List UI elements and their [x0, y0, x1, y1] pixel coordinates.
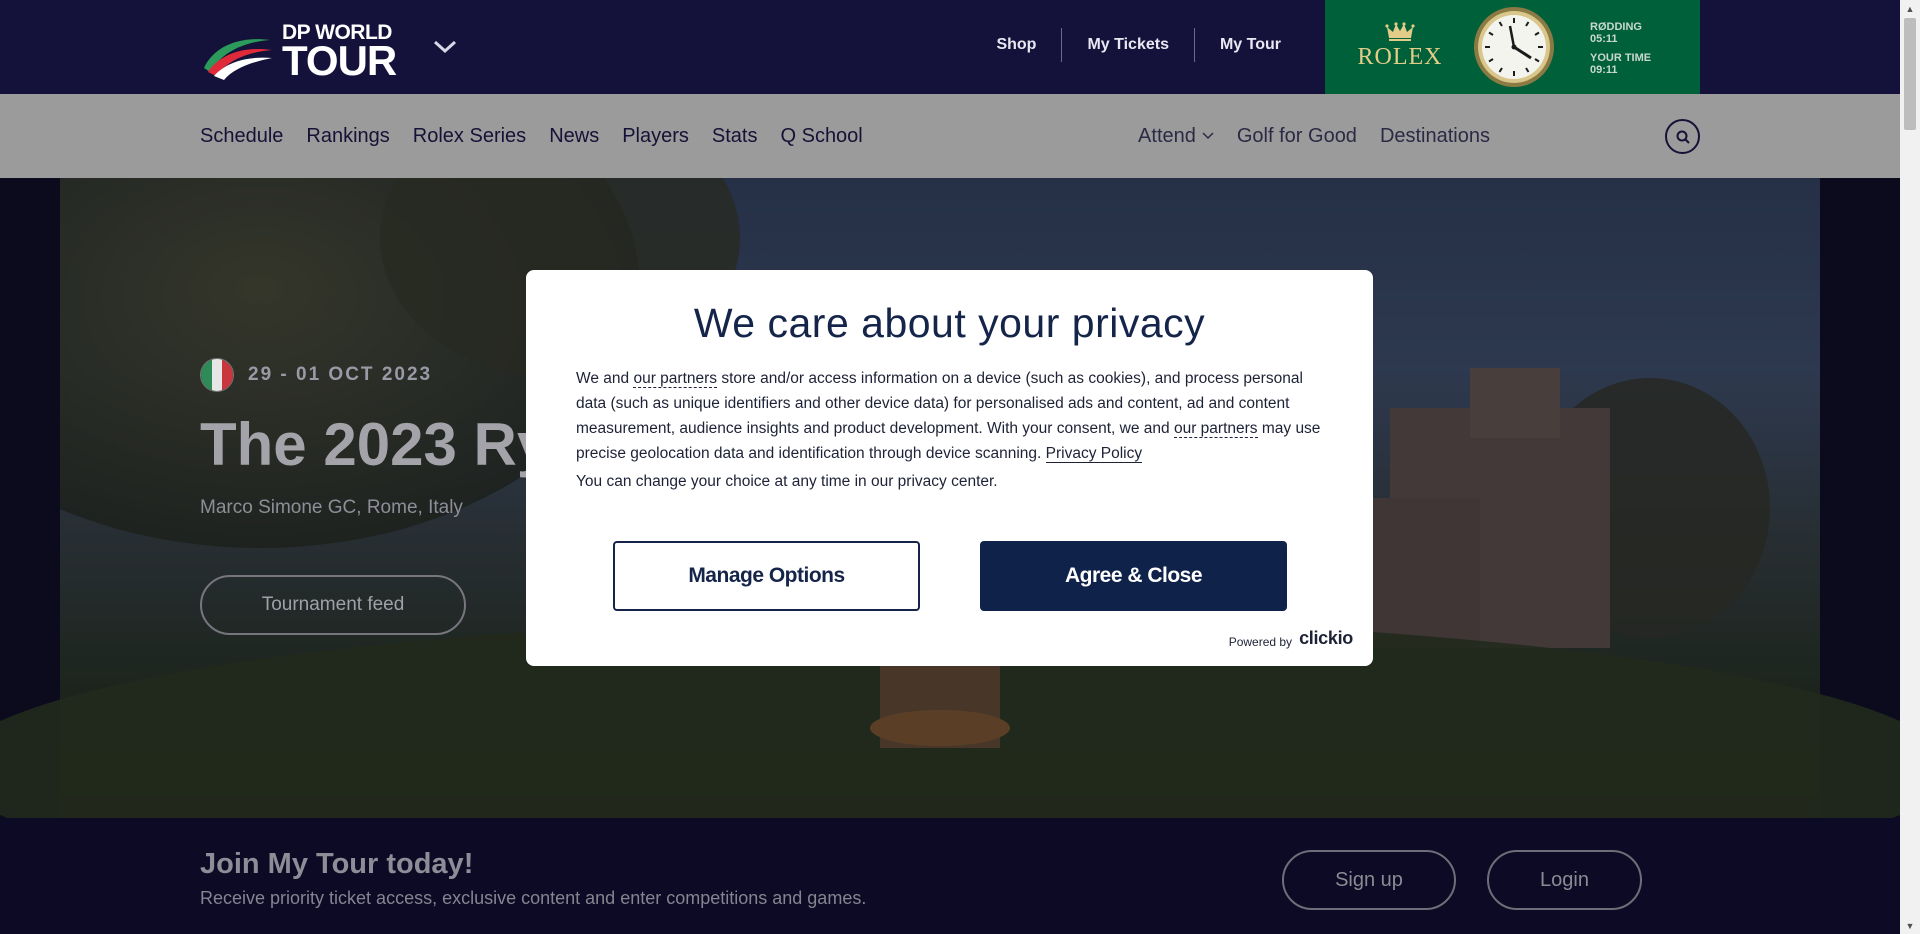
- consent-text: We and: [576, 370, 634, 387]
- location-label: RØDDING: [1590, 21, 1642, 33]
- italy-flag-icon: [200, 358, 234, 392]
- nav-item-players[interactable]: Players: [622, 125, 689, 148]
- dialog-body: We and our partners store and/or access …: [576, 366, 1336, 466]
- rolex-wordmark: ROLEX: [1357, 44, 1443, 70]
- nav-item-news[interactable]: News: [549, 125, 599, 148]
- join-my-tour-banner: Join My Tour today! Receive priority tic…: [0, 818, 1900, 934]
- join-title: Join My Tour today!: [200, 848, 474, 880]
- tournament-title: The 2023 Ry: [200, 411, 551, 478]
- nav-item-golf-for-good[interactable]: Golf for Good: [1237, 125, 1357, 148]
- nav-item-destinations[interactable]: Destinations: [1380, 125, 1490, 148]
- clickio-logo: clickio: [1299, 628, 1353, 648]
- tournament-feed-button[interactable]: Tournament feed: [200, 575, 466, 635]
- crown-icon: [1385, 22, 1415, 41]
- manage-options-button[interactable]: Manage Options: [613, 541, 920, 611]
- login-button[interactable]: Login: [1487, 850, 1642, 910]
- privacy-policy-link[interactable]: Privacy Policy: [1045, 445, 1143, 463]
- my-tickets-link[interactable]: My Tickets: [1062, 28, 1194, 62]
- scroll-up-arrow-icon[interactable]: ▲: [1900, 0, 1920, 17]
- nav-item-schedule[interactable]: Schedule: [200, 125, 283, 148]
- chevron-down-icon[interactable]: [432, 36, 458, 56]
- our-partners-link[interactable]: our partners: [1173, 420, 1258, 438]
- tournament-date: 29 - 01 OCT 2023: [248, 364, 433, 385]
- shop-link[interactable]: Shop: [971, 28, 1061, 62]
- hero-content: 29 - 01 OCT 2023 The 2023 Ry Marco Simon…: [200, 358, 550, 635]
- join-subtitle: Receive priority ticket access, exclusiv…: [200, 888, 867, 908]
- powered-by-label: Powered by: [1228, 635, 1293, 649]
- top-header: DP WORLD TOUR Shop My Tickets My Tour RO…: [0, 0, 1900, 94]
- tournament-venue: Marco Simone GC, Rome, Italy: [200, 497, 463, 518]
- nav-item-stats[interactable]: Stats: [712, 125, 758, 148]
- utility-nav: Shop My Tickets My Tour: [971, 28, 1306, 62]
- page-scrollbar[interactable]: ▲ ▼: [1900, 0, 1920, 934]
- tour-swoosh-icon: [204, 39, 272, 80]
- nav-item-attend[interactable]: Attend: [1138, 125, 1214, 148]
- clock-readouts: RØDDING 05:11 YOUR TIME 09:11: [1590, 21, 1651, 83]
- search-icon: [1676, 130, 1690, 144]
- logo-line-2: TOUR: [282, 37, 397, 84]
- sign-up-button[interactable]: Sign up: [1282, 850, 1456, 910]
- your-time-value: 09:11: [1590, 64, 1618, 76]
- privacy-consent-dialog: We care about your privacy We and our pa…: [526, 270, 1373, 666]
- attend-label: Attend: [1138, 124, 1196, 147]
- scroll-down-arrow-icon[interactable]: ▼: [1900, 917, 1920, 934]
- chevron-down-icon: [1202, 132, 1214, 140]
- agree-and-close-button[interactable]: Agree & Close: [980, 541, 1287, 611]
- nav-item-rolex-series[interactable]: Rolex Series: [413, 125, 526, 148]
- main-nav: Schedule Rankings Rolex Series News Play…: [0, 94, 1900, 178]
- primary-nav: Schedule Rankings Rolex Series News Play…: [200, 94, 886, 178]
- your-time-label: YOUR TIME: [1590, 52, 1652, 64]
- secondary-nav: Attend Golf for Good Destinations: [1115, 94, 1490, 178]
- my-tour-link[interactable]: My Tour: [1195, 28, 1306, 62]
- privacy-center-note: You can change your choice at any time i…: [576, 473, 998, 490]
- powered-by-clickio[interactable]: Powered by clickio: [1228, 628, 1354, 649]
- nav-item-q-school[interactable]: Q School: [780, 125, 862, 148]
- rolex-logo: ROLEX: [1355, 22, 1445, 71]
- rolex-clock-banner[interactable]: ROLEX RØDDING 05:11 YOUR TIME 09:11: [1325, 0, 1700, 94]
- nav-item-rankings[interactable]: Rankings: [306, 125, 389, 148]
- dialog-title: We care about your privacy: [693, 300, 1206, 346]
- our-partners-link[interactable]: our partners: [633, 370, 718, 388]
- scrollbar-thumb[interactable]: [1904, 18, 1916, 130]
- search-button[interactable]: [1665, 119, 1700, 154]
- location-time: 05:11: [1590, 33, 1618, 45]
- dp-world-tour-logo[interactable]: DP WORLD TOUR: [200, 22, 397, 84]
- clock-icon: [1474, 7, 1554, 87]
